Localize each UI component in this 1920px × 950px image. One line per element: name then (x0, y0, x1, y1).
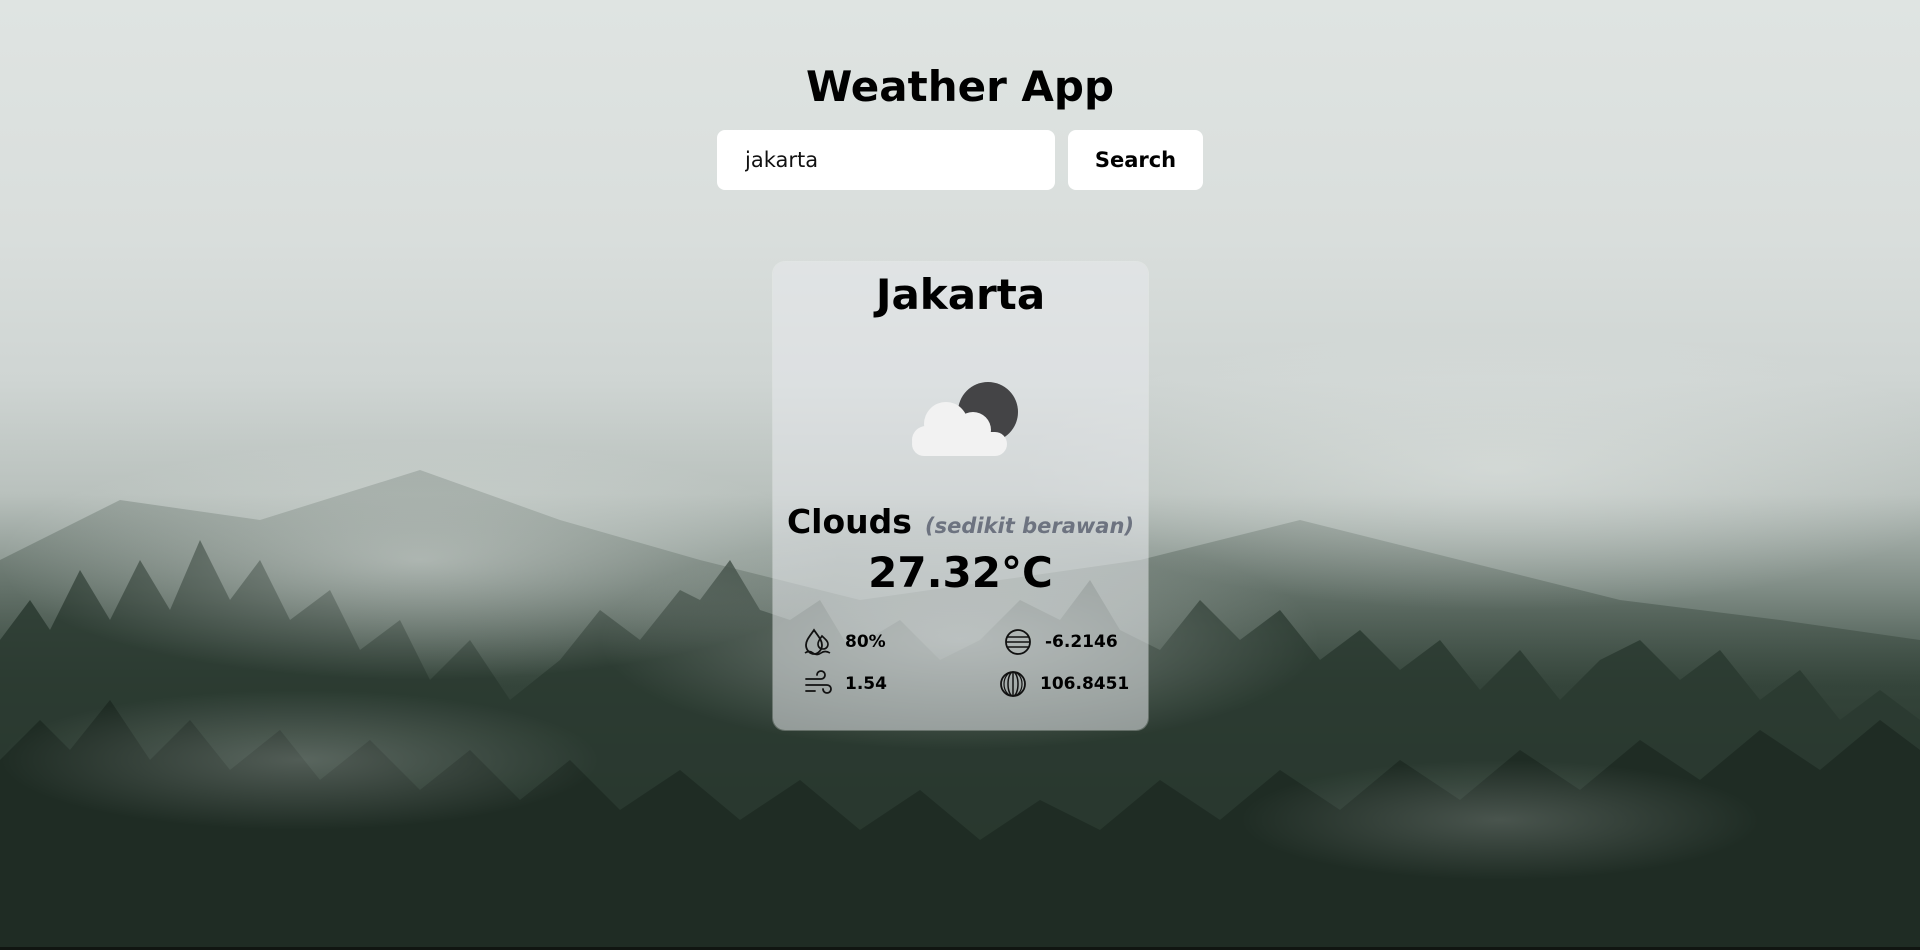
longitude-stat: 106.8451 (998, 668, 1129, 700)
condition-description: (sedikit berawan) (925, 514, 1135, 538)
wind-stat: 1.54 (803, 668, 887, 700)
city-name: Jakarta (875, 270, 1046, 319)
temperature: 27.32°C (868, 548, 1053, 597)
latitude-globe-icon (1005, 629, 1031, 655)
condition-row: Clouds (sedikit berawan) (773, 502, 1148, 541)
weather-card: Jakarta Clouds (sedikit berawan) 27.32°C… (773, 262, 1148, 730)
wind-value: 1.54 (845, 674, 887, 694)
search-input[interactable] (717, 130, 1055, 190)
condition-main: Clouds (786, 502, 912, 541)
longitude-value: 106.8451 (1040, 674, 1130, 694)
cloud-moon-icon (912, 382, 1018, 456)
wind-icon (805, 670, 832, 694)
longitude-globe-icon (1000, 671, 1026, 697)
latitude-stat: -6.2146 (1003, 626, 1118, 658)
latitude-value: -6.2146 (1045, 632, 1118, 652)
search-button[interactable]: Search (1068, 130, 1203, 190)
humidity-value: 80% (845, 632, 886, 652)
humidity-stat: 80% (803, 626, 886, 658)
app-title: Weather App (805, 62, 1115, 111)
humidity-icon (804, 628, 831, 656)
